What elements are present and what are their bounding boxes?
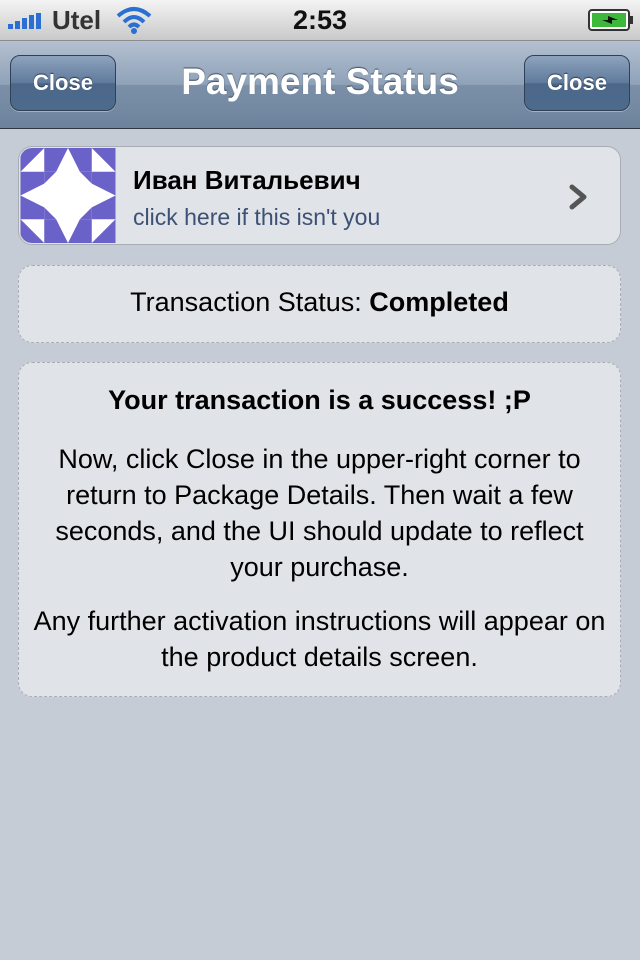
transaction-status: Transaction Status: Completed [19, 287, 620, 318]
user-name: Иван Витальевич [133, 165, 361, 195]
message-paragraph-2: Any further activation instructions will… [33, 606, 606, 672]
close-button-right[interactable]: Close [524, 55, 630, 111]
transaction-status-label: Transaction Status: [130, 287, 362, 317]
user-switch-hint: click here if this isn't you [133, 204, 381, 230]
transaction-status-value: Completed [369, 287, 509, 317]
status-bar: Utel 2:53 [0, 0, 640, 41]
user-cell[interactable]: Иван Витальевич click here if this isn't… [18, 146, 621, 245]
message-paragraph-1: Now, click Close in the upper-right corn… [55, 444, 584, 582]
navigation-bar: Close Payment Status Close [0, 41, 640, 129]
transaction-status-cell: Transaction Status: Completed [18, 265, 621, 343]
avatar-identicon [20, 148, 116, 243]
message-heading: Your transaction is a success! ;P [108, 385, 531, 415]
clock: 2:53 [292, 5, 348, 35]
message-cell: Your transaction is a success! ;P Now, c… [18, 362, 621, 697]
chevron-right-icon [569, 184, 587, 210]
battery-charging-icon [588, 9, 633, 31]
